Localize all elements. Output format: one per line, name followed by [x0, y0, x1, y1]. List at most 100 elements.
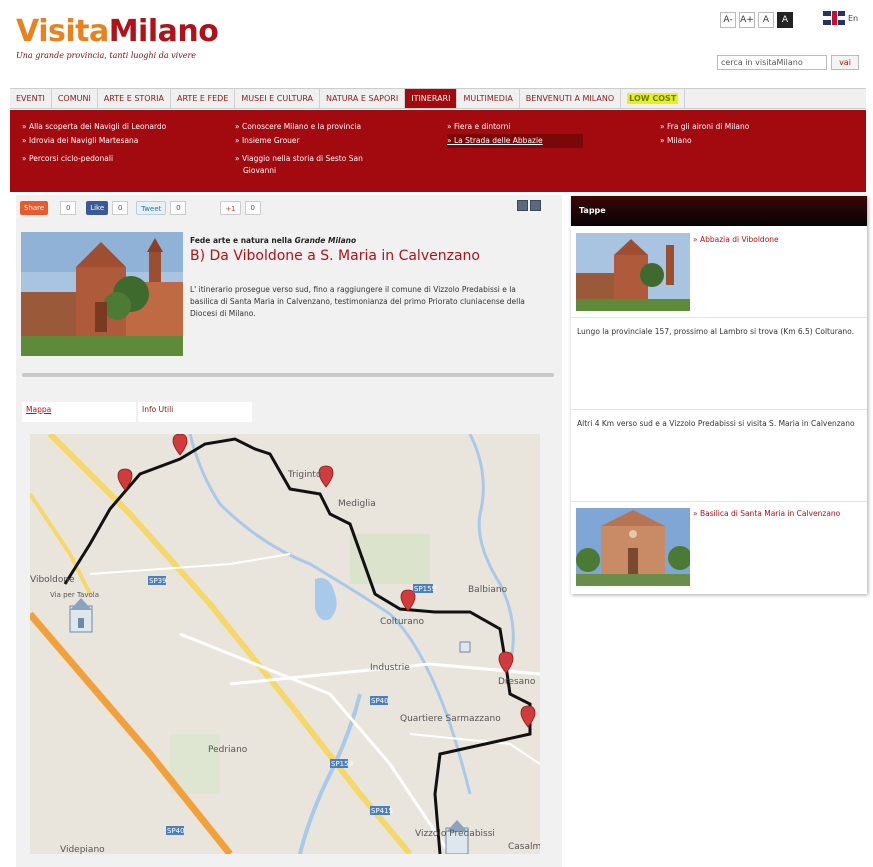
content-divider — [22, 373, 554, 377]
map-svg: Viboldone Triginto Mediglia Colturano Ba… — [30, 434, 540, 854]
article-kicker: Fede arte e natura nella Grande Milano — [190, 236, 356, 245]
logo-milano: Milano — [108, 14, 219, 49]
article-title: B) Da Viboldone a S. Maria in Calvenzano — [190, 248, 480, 264]
submenu-col-3: » Fiera e dintorni » La Strada delle Abb… — [447, 120, 583, 148]
itinerari-submenu: » Alla scoperta dei Navigli di Leonardo … — [10, 110, 866, 192]
map-label-colturano: Colturano — [380, 617, 424, 627]
stage-thumb[interactable] — [576, 508, 690, 586]
stage-item: Lungo la provinciale 157, prossimo al La… — [571, 318, 867, 410]
road-label: SP40 — [167, 827, 185, 835]
map-label-vizzolo: Vizzolo Predabissi — [415, 829, 495, 839]
gplus-count: 0 — [244, 201, 261, 215]
map-label-industrie: Industrie — [370, 663, 410, 673]
search-button[interactable]: vai — [831, 55, 859, 70]
gplus-button[interactable]: +1 — [220, 201, 241, 215]
map-label-viboldone: Viboldone — [30, 575, 75, 585]
lang-label: En — [848, 13, 859, 23]
stage-link-calvenzano[interactable]: » Basilica di Santa Maria in Calvenzano — [693, 508, 853, 519]
map-label-via-tavola: Via per Tavola — [50, 591, 99, 599]
submenu-link[interactable]: » Fiera e dintorni — [447, 120, 583, 134]
nav-benvenuti[interactable]: Benvenuti a Milano — [520, 89, 622, 108]
map-label-videpiano: Videpiano — [60, 845, 105, 854]
low-cost-label: Low cost — [627, 93, 679, 104]
tweet-count: 0 — [170, 201, 187, 215]
font-decrease-button[interactable]: A- — [720, 12, 736, 28]
share-bar: Share 0 Like 0 Tweet 0 +1 0 — [20, 201, 261, 215]
tagline: Una grande provincia, tanti luoghi da vi… — [16, 51, 197, 60]
logo-text: VisitaMilano — [16, 14, 219, 49]
high-contrast-button[interactable]: A — [777, 12, 793, 28]
tab-mappa[interactable]: Mappa — [22, 402, 136, 422]
share-button[interactable]: Share — [20, 201, 49, 215]
submenu-col-1: » Alla scoperta dei Navigli di Leonardo … — [22, 120, 166, 166]
kicker-prefix: Fede arte e natura nella — [190, 236, 295, 245]
submenu-link-active[interactable]: » La Strada delle Abbazie — [447, 134, 583, 148]
road-label: SP40 — [371, 697, 389, 705]
nav-comuni[interactable]: Comuni — [52, 89, 98, 108]
stages-sidebar: Tappe » Abbazia di Viboldone Lungo la pr… — [571, 196, 867, 594]
submenu-link[interactable]: » Conoscere Milano e la provincia — [235, 120, 363, 134]
stage-text: Altri 4 Km verso sud e a Vizzolo Predabi… — [577, 419, 855, 428]
uk-flag-icon — [823, 11, 845, 25]
nav-arte-fede[interactable]: Arte e fede — [171, 89, 236, 108]
map-label-balbiano: Balbiano — [468, 585, 508, 595]
font-increase-button[interactable]: A+ — [739, 12, 755, 28]
stage-text: Lungo la provinciale 157, prossimo al La… — [577, 327, 854, 336]
submenu-link[interactable]: » Milano — [660, 134, 749, 148]
stage-link-viboldone[interactable]: » Abbazia di Viboldone — [693, 234, 779, 245]
language-switch[interactable]: En — [823, 11, 858, 25]
nav-multimedia[interactable]: Multimedia — [457, 89, 520, 108]
road-label: SP159 — [331, 760, 353, 768]
map-label-pedriano: Pedriano — [208, 745, 248, 755]
nav-low-cost[interactable]: Low cost — [621, 89, 686, 108]
sidebar-title: Tappe — [571, 196, 867, 226]
search-input[interactable] — [717, 55, 827, 70]
email-icon[interactable] — [530, 200, 541, 211]
share-count: 0 — [60, 201, 77, 215]
print-icon[interactable] — [517, 200, 528, 211]
page-tools — [517, 200, 541, 211]
nav-natura-sapori[interactable]: Natura e sapori — [320, 89, 406, 108]
tab-info-utili[interactable]: Info Utili — [138, 402, 252, 422]
submenu-link[interactable]: » Fra gli aironi di Milano — [660, 120, 749, 134]
map-label-casalmaiocco: Casalmaiocco — [508, 842, 540, 852]
tweet-button[interactable]: Tweet — [136, 201, 167, 215]
submenu-col-4: » Fra gli aironi di Milano » Milano — [660, 120, 749, 148]
article-intro: L' itinerario prosegue verso sud, fino a… — [190, 285, 525, 318]
nav-itinerari[interactable]: Itinerari — [405, 89, 458, 108]
logo-visita: Visita — [16, 14, 109, 49]
nav-arte-storia[interactable]: Arte e storia — [98, 89, 171, 108]
like-count: 0 — [112, 201, 129, 215]
nav-musei-cultura[interactable]: Musei e cultura — [235, 89, 321, 108]
search-bar: vai — [717, 55, 859, 70]
stage-item: Altri 4 Km verso sud e a Vizzolo Predabi… — [571, 410, 867, 502]
stage-thumb[interactable] — [576, 233, 690, 311]
road-label: SP159 — [414, 585, 436, 593]
font-normal-button[interactable]: A — [758, 12, 774, 28]
road-label: SP39 — [149, 577, 167, 585]
stage-item: » Basilica di Santa Maria in Calvenzano — [571, 502, 867, 594]
stage-item: » Abbazia di Viboldone — [571, 228, 867, 318]
content-tabs: Mappa Info Utili — [22, 402, 252, 422]
abbey-photo — [21, 232, 183, 356]
main-nav: Eventi Comuni Arte e storia Arte e fede … — [10, 88, 866, 109]
submenu-col-2: » Conoscere Milano e la provincia » Insi… — [235, 120, 363, 175]
kicker-em: Grande Milano — [294, 236, 357, 245]
map-label-triginto: Triginto — [287, 470, 322, 480]
site-logo[interactable]: VisitaMilano Una grande provincia, tanti… — [16, 14, 219, 60]
route-map[interactable]: Viboldone Triginto Mediglia Colturano Ba… — [30, 434, 540, 854]
map-label-quartiere: Quartiere Sarmazzano — [400, 714, 501, 724]
map-label-dresano: Dresano — [498, 677, 536, 687]
submenu-link[interactable]: » Alla scoperta dei Navigli di Leonardo — [22, 120, 166, 134]
submenu-link-cont[interactable]: Giovanni — [235, 166, 363, 175]
church-icon — [459, 641, 471, 653]
nav-eventi[interactable]: Eventi — [10, 89, 52, 108]
road-label: SP415 — [371, 807, 393, 815]
submenu-link[interactable]: » Viaggio nella storia di Sesto San — [235, 152, 363, 166]
font-size-tools: A- A+ A A — [720, 12, 793, 28]
submenu-link[interactable]: » Insieme Grouer — [235, 134, 363, 148]
map-label-mediglia: Mediglia — [338, 499, 376, 509]
like-button[interactable]: Like — [86, 201, 109, 215]
submenu-link[interactable]: » Percorsi ciclo-pedonali — [22, 152, 166, 166]
submenu-link[interactable]: » Idrovia dei Navigli Martesana — [22, 134, 166, 148]
